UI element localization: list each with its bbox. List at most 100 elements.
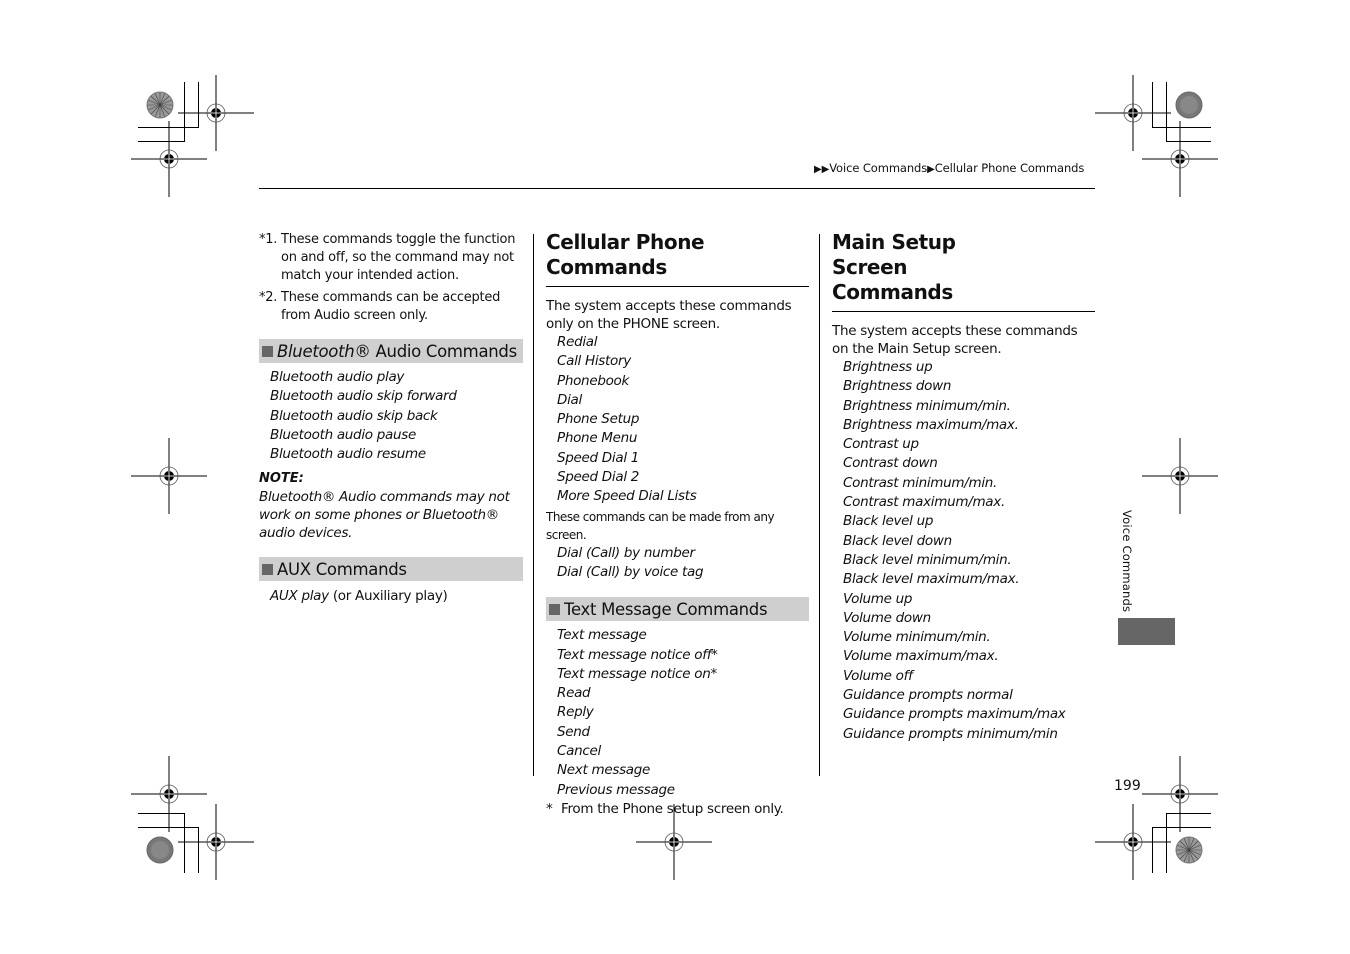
column-divider [819,234,820,776]
section-header-text-message: Text Message Commands [546,597,809,622]
voice-command-item: Brightness down [843,378,952,395]
footnote: *2. These commands can be accepted from … [259,289,523,325]
footnote-text: These commands can be accepted from Audi… [281,290,501,323]
voice-command-item: Bluetooth audio pause [270,426,416,443]
voice-command-item: Brightness maximum/max. [843,416,1019,433]
aux-command-rest: (or Auxiliary play) [328,588,448,605]
section-square-icon [262,563,273,575]
intro-text: The system accepts these commands only o… [546,298,792,332]
registration-crosshair-icon [178,804,254,880]
registration-crosshair-icon [1095,804,1171,880]
voice-command-item: Phone Setup [557,411,640,428]
voice-command-item: Black level down [843,532,952,549]
footnote-mark: *1. [259,232,278,247]
breadcrumb-item-cellular-phone-commands[interactable]: Cellular Phone Commands [935,161,1085,175]
any-screen-command-list: Dial (Call) by number Dial (Call) by voic… [546,544,809,583]
voice-command-item: More Speed Dial Lists [557,488,697,505]
page-number: 199 [1114,778,1141,794]
voice-command-item: Bluetooth audio skip back [270,407,438,424]
voice-command-item: Bluetooth audio skip forward [270,388,457,405]
voice-command-item: Read [557,685,591,702]
section-heading-main-setup: Main Setup Screen Commands [832,230,956,304]
voice-command-item: Dial (Call) by voice tag [557,563,704,580]
phone-command-list: Redial Call History Phonebook Dial Phone Set… [546,333,809,507]
voice-command-item: Dial [557,391,582,408]
intro-text: The system accepts these commands on the… [832,323,1078,357]
footnote-mark: * [546,800,553,817]
registration-crosshair-icon [131,121,207,197]
footnote-text: From the Phone setup screen only. [561,800,784,817]
voice-command-item: Dial (Call) by number [557,544,695,561]
voice-command-item: Speed Dial 2 [557,469,640,486]
note-text: Bluetooth® Audio commands may not work o… [259,489,510,542]
section-title: Bluetooth® Audio Commands [277,342,517,361]
text-message-footnote: * From the Phone setup screen only. [546,800,809,818]
voice-command-item: Black level minimum/min. [843,551,1012,568]
any-screen-note: These commands can be made from any scre… [546,509,775,542]
voice-command-item: Send [557,723,590,740]
voice-command-item: Guidance prompts maximum/max [843,706,1066,723]
right-column: Main Setup Screen Commands The system ac… [832,230,1095,744]
voice-command-item: Contrast minimum/min. [843,474,998,491]
voice-command-item: Guidance prompts normal [843,687,1013,704]
voice-command-item: Phone Menu [557,430,638,447]
voice-command-item: Volume off [843,667,913,684]
voice-command-item: Cancel [557,743,601,760]
voice-command-item: Contrast maximum/max. [843,494,1005,511]
section-header-aux: AUX Commands [259,557,523,582]
registration-crosshair-icon [1142,121,1218,197]
voice-command-item: Black level up [843,513,934,530]
voice-command-item: Contrast down [843,455,938,472]
aux-command: AUX play (or Auxiliary play) [259,587,523,605]
breadcrumb-separator-icon: ▶ [927,164,935,175]
main-setup-command-list: Brightness up Brightness down Brightness m… [832,358,1095,744]
section-square-icon [549,603,560,615]
density-target-icon [146,836,174,864]
voice-command-item: Text message notice on* [557,665,717,682]
aux-command-italic: AUX play [270,588,329,605]
voice-command-item: Contrast up [843,436,919,453]
left-column: *1. These commands toggle the function o… [259,231,523,605]
footnotes: *1. These commands toggle the function o… [259,231,523,325]
footnote: *1. These commands toggle the function o… [259,231,523,285]
voice-command-item: Brightness minimum/min. [843,397,1011,414]
side-tab-label[interactable]: Voice Commands [1120,510,1134,612]
section-title: Text Message Commands [564,599,768,619]
voice-command-item: Volume maximum/max. [843,648,999,665]
section-heading-cellular-phone: Cellular Phone Commands [546,230,705,279]
density-target-icon [146,91,174,119]
section-square-icon [262,345,273,357]
voice-command-item: Text message [557,627,647,644]
voice-command-item: Bluetooth audio resume [270,446,426,463]
heading-rule [832,311,1095,312]
breadcrumb-item-voice-commands[interactable]: Voice Commands [829,161,927,175]
breadcrumb-arrows-icon: ▶▶ [814,164,830,175]
footnote-text: These commands toggle the function on an… [281,232,516,283]
breadcrumb: ▶▶Voice Commands▶Cellular Phone Commands [814,161,1084,175]
bluetooth-command-list: Bluetooth audio play Bluetooth audio skip… [259,368,523,464]
voice-command-item: Next message [557,762,651,779]
registration-crosshair-icon [1142,438,1218,514]
voice-command-item: Text message notice off* [557,646,718,663]
section-title-rest: ® Audio Commands [354,341,517,361]
registration-crosshair-icon [131,438,207,514]
voice-command-item: Volume down [843,609,931,626]
density-target-icon [1175,91,1203,119]
voice-command-item: Speed Dial 1 [557,449,640,466]
voice-command-item: Brightness up [843,359,933,375]
voice-command-item: Phonebook [557,372,630,389]
voice-command-item: Redial [557,334,598,350]
voice-command-item: Bluetooth audio play [270,369,405,385]
section-title-italic: Bluetooth [277,341,355,361]
voice-command-item: Black level maximum/max. [843,571,1020,588]
middle-column: Cellular Phone Commands The system accep… [546,230,809,818]
section-title: AUX Commands [277,559,407,579]
column-divider [533,234,534,776]
section-header-bluetooth-audio: Bluetooth® Audio Commands [259,339,523,363]
text-message-command-list: Text message Text message notice off* Text… [546,626,809,800]
voice-command-item: Previous message [557,781,675,798]
voice-command-item: Call History [557,353,631,370]
voice-command-item: Volume minimum/min. [843,629,991,646]
side-tab-marker [1118,618,1175,645]
heading-rule [546,286,809,287]
